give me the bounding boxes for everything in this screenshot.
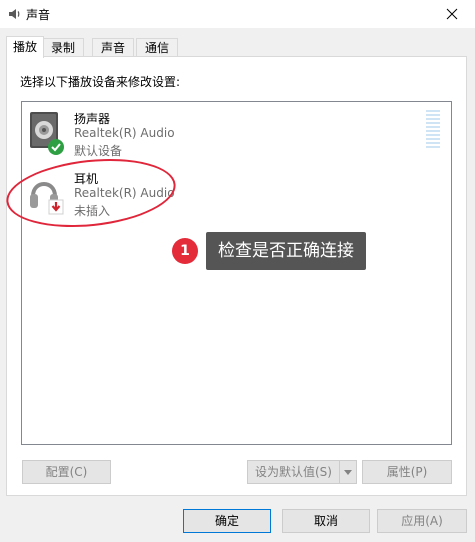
- speaker-icon: [9, 9, 20, 19]
- tab-sounds[interactable]: 声音: [92, 38, 134, 57]
- instruction-tooltip: 检查是否正确连接: [206, 232, 366, 270]
- title-bar: 声音: [0, 0, 475, 28]
- step-badge: 1: [172, 238, 198, 264]
- device-name: 扬声器: [74, 112, 111, 126]
- window-title: 声音: [26, 8, 51, 22]
- device-speakers[interactable]: 扬声器 Realtek(R) Audio 默认设备: [22, 110, 422, 166]
- tab-recording[interactable]: 录制: [42, 38, 84, 57]
- configure-button[interactable]: 配置(C): [22, 460, 111, 484]
- volume-level-meter: [426, 110, 440, 152]
- tab-playback[interactable]: 播放: [6, 36, 44, 58]
- playback-panel: 选择以下播放设备来修改设置: 扬声器 Realtek(R) Audio 默认设备: [6, 56, 467, 496]
- chevron-down-icon: [344, 470, 352, 475]
- default-check-icon: [48, 139, 64, 155]
- tab-communications[interactable]: 通信: [136, 38, 178, 57]
- device-status: 默认设备: [74, 144, 123, 158]
- set-default-button[interactable]: 设为默认值(S): [247, 460, 340, 484]
- close-icon: [446, 8, 458, 20]
- device-list[interactable]: 扬声器 Realtek(R) Audio 默认设备 耳机 Realtek(R) …: [21, 101, 452, 445]
- speaker-device-icon: [30, 112, 64, 155]
- cancel-button[interactable]: 取消: [282, 509, 370, 533]
- close-button[interactable]: [429, 0, 475, 28]
- ok-button[interactable]: 确定: [183, 509, 271, 533]
- device-driver: Realtek(R) Audio: [74, 126, 175, 140]
- instruction-text: 选择以下播放设备来修改设置:: [20, 75, 181, 89]
- apply-button[interactable]: 应用(A): [377, 509, 467, 533]
- properties-button[interactable]: 属性(P): [362, 460, 452, 484]
- set-default-dropdown[interactable]: [339, 460, 357, 484]
